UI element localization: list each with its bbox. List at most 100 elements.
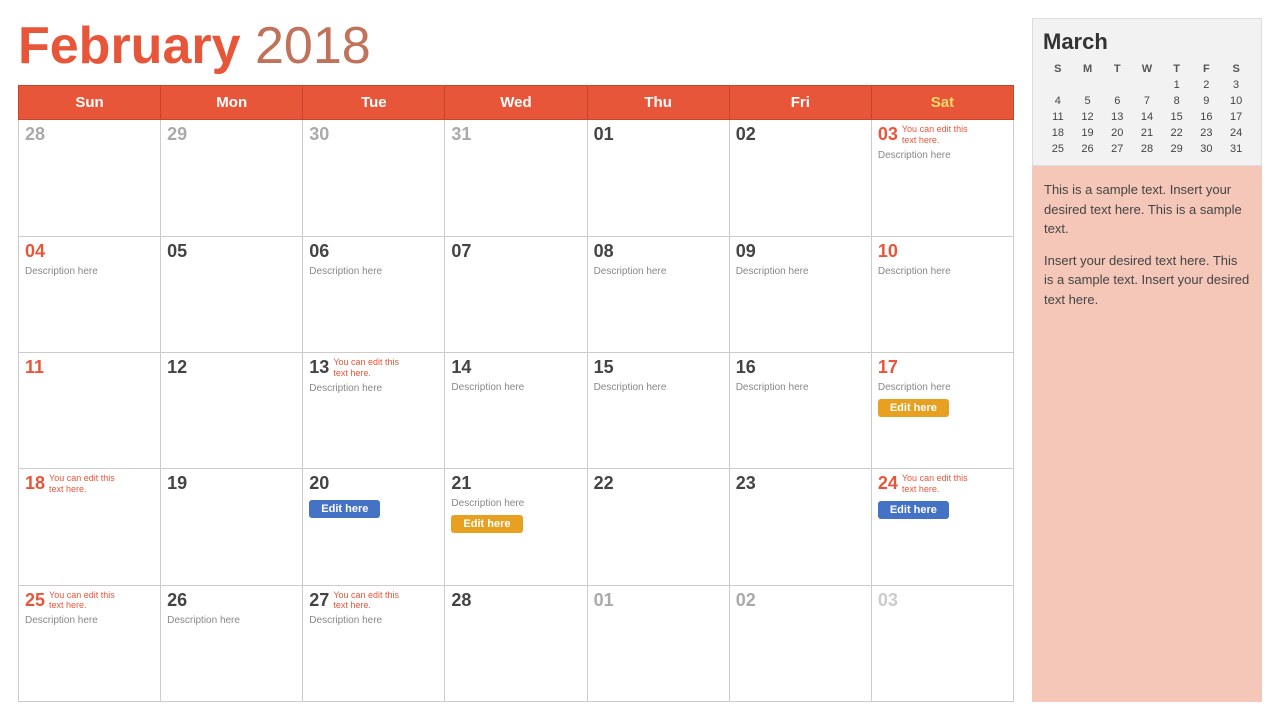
day-number: 02 — [736, 124, 756, 145]
edit-button[interactable]: Edit here — [878, 501, 949, 519]
mini-cal-week-1: 45678910 — [1043, 93, 1251, 109]
calendar-week-2: 11 1213You can edit this text here.Descri… — [19, 352, 1014, 468]
sidebar-text-1: This is a sample text. Insert your desir… — [1044, 180, 1250, 239]
mini-cal-day-header: S — [1043, 61, 1073, 77]
calendar-cell-1-0: 04Description here — [19, 236, 161, 352]
calendar-cell-4-3: 28 — [445, 585, 587, 701]
mini-cal-cell: 30 — [1192, 141, 1222, 157]
mini-cal-cell: 14 — [1132, 109, 1162, 125]
calendar-week-3: 18You can edit this text here.1920Edit h… — [19, 469, 1014, 585]
col-fri: Fri — [729, 86, 871, 120]
mini-cal-cell: 7 — [1132, 93, 1162, 109]
col-wed: Wed — [445, 86, 587, 120]
calendar-cell-1-2: 06Description here — [303, 236, 445, 352]
calendar-cell-4-2: 27You can edit this text here.Descriptio… — [303, 585, 445, 701]
calendar-week-0: 28 2930 31 01 02 03You can edit this text her… — [19, 120, 1014, 236]
mini-cal-week-2: 11121314151617 — [1043, 109, 1251, 125]
mini-cal-cell — [1043, 77, 1073, 93]
mini-cal-cell: 15 — [1162, 109, 1192, 125]
calendar-cell-4-1: 26Description here — [161, 585, 303, 701]
year-value: 2018 — [255, 17, 371, 75]
main-calendar: Sun Mon Tue Wed Thu Fri Sat 282930310102… — [18, 85, 1014, 702]
sidebar-text-box: This is a sample text. Insert your desir… — [1032, 166, 1262, 702]
calendar-cell-0-4: 01 — [587, 120, 729, 236]
calendar-cell-4-0: 25You can edit this text here.Descriptio… — [19, 585, 161, 701]
mini-cal-cell: 31 — [1221, 141, 1251, 157]
day-number: 28 — [451, 590, 471, 611]
calendar-cell-2-1: 12 — [161, 352, 303, 468]
mini-cal-cell: 27 — [1102, 141, 1132, 157]
calendar-cell-2-0: 11 — [19, 352, 161, 468]
mini-calendar: SMTWTFS 12345678910111213141516171819202… — [1043, 61, 1251, 157]
edit-button[interactable]: Edit here — [309, 500, 380, 518]
day-number: 23 — [736, 473, 756, 494]
col-sun: Sun — [19, 86, 161, 120]
edit-note: You can edit this text here. — [902, 473, 972, 495]
calendar-cell-0-2: 30 — [303, 120, 445, 236]
calendar-cell-1-6: 10Description here — [871, 236, 1013, 352]
mini-cal-cell — [1073, 77, 1103, 93]
day-number: 31 — [451, 124, 471, 145]
mini-cal-cell: 9 — [1192, 93, 1222, 109]
day-description: Description here — [309, 266, 438, 277]
calendar-cell-0-0: 28 — [19, 120, 161, 236]
edit-note: You can edit this text here. — [49, 590, 119, 612]
mini-cal-cell: 11 — [1043, 109, 1073, 125]
calendar-cell-1-1: 05 — [161, 236, 303, 352]
day-number: 11 — [25, 357, 44, 378]
day-description: Description here — [167, 615, 296, 626]
day-description: Description here — [736, 382, 865, 393]
sidebar: March SMTWTFS 12345678910111213141516171… — [1032, 18, 1262, 702]
mini-cal-cell: 16 — [1192, 109, 1222, 125]
day-description: Description here — [878, 266, 1007, 277]
calendar-cell-0-3: 31 — [445, 120, 587, 236]
calendar-cell-0-1: 29 — [161, 120, 303, 236]
col-tue: Tue — [303, 86, 445, 120]
calendar-cell-4-6: 03 — [871, 585, 1013, 701]
day-number: 01 — [594, 124, 614, 145]
day-number: 03 — [878, 590, 898, 611]
edit-button[interactable]: Edit here — [451, 515, 522, 533]
day-description: Description here — [451, 382, 580, 393]
day-number: 21 — [451, 473, 471, 494]
mini-cal-cell: 26 — [1073, 141, 1103, 157]
mini-cal-title: March — [1043, 29, 1251, 55]
calendar-cell-0-5: 02 — [729, 120, 871, 236]
mini-cal-header: SMTWTFS — [1043, 61, 1251, 77]
calendar-cell-4-4: 01 — [587, 585, 729, 701]
day-number: 01 — [594, 590, 614, 611]
day-number: 05 — [167, 241, 187, 262]
page-title: February 2018 — [18, 18, 1014, 75]
mini-cal-day-header: M — [1073, 61, 1103, 77]
mini-cal-cell: 13 — [1102, 109, 1132, 125]
day-number: 25 — [25, 590, 45, 611]
mini-cal-day-header: T — [1162, 61, 1192, 77]
mini-cal-week-0: 123 — [1043, 77, 1251, 93]
day-number: 24 — [878, 473, 898, 494]
calendar-cell-3-1: 19 — [161, 469, 303, 585]
mini-cal-cell: 22 — [1162, 125, 1192, 141]
calendar-body: 28293031010203You can edit this text her… — [19, 120, 1014, 702]
day-number: 20 — [309, 473, 329, 494]
edit-button[interactable]: Edit here — [878, 399, 949, 417]
day-number: 17 — [878, 357, 898, 378]
edit-note: You can edit this text here. — [333, 590, 403, 612]
calendar-cell-2-2: 13You can edit this text here.Descriptio… — [303, 352, 445, 468]
day-number: 03 — [878, 124, 898, 145]
day-number: 28 — [25, 124, 45, 145]
mini-cal-cell: 6 — [1102, 93, 1132, 109]
calendar-cell-2-6: 17Description hereEdit here — [871, 352, 1013, 468]
day-number: 14 — [451, 357, 471, 378]
calendar-cell-3-6: 24You can edit this text here. Edit here — [871, 469, 1013, 585]
calendar-cell-1-4: 08Description here — [587, 236, 729, 352]
mini-cal-cell: 21 — [1132, 125, 1162, 141]
mini-cal-day-header: F — [1192, 61, 1222, 77]
mini-cal-body: 1234567891011121314151617181920212223242… — [1043, 77, 1251, 157]
calendar-cell-0-6: 03You can edit this text here.Descriptio… — [871, 120, 1013, 236]
calendar-cell-3-5: 23 — [729, 469, 871, 585]
day-number: 16 — [736, 357, 756, 378]
col-thu: Thu — [587, 86, 729, 120]
day-number: 19 — [167, 473, 187, 494]
mini-cal-cell: 12 — [1073, 109, 1103, 125]
day-description: Description here — [594, 382, 723, 393]
